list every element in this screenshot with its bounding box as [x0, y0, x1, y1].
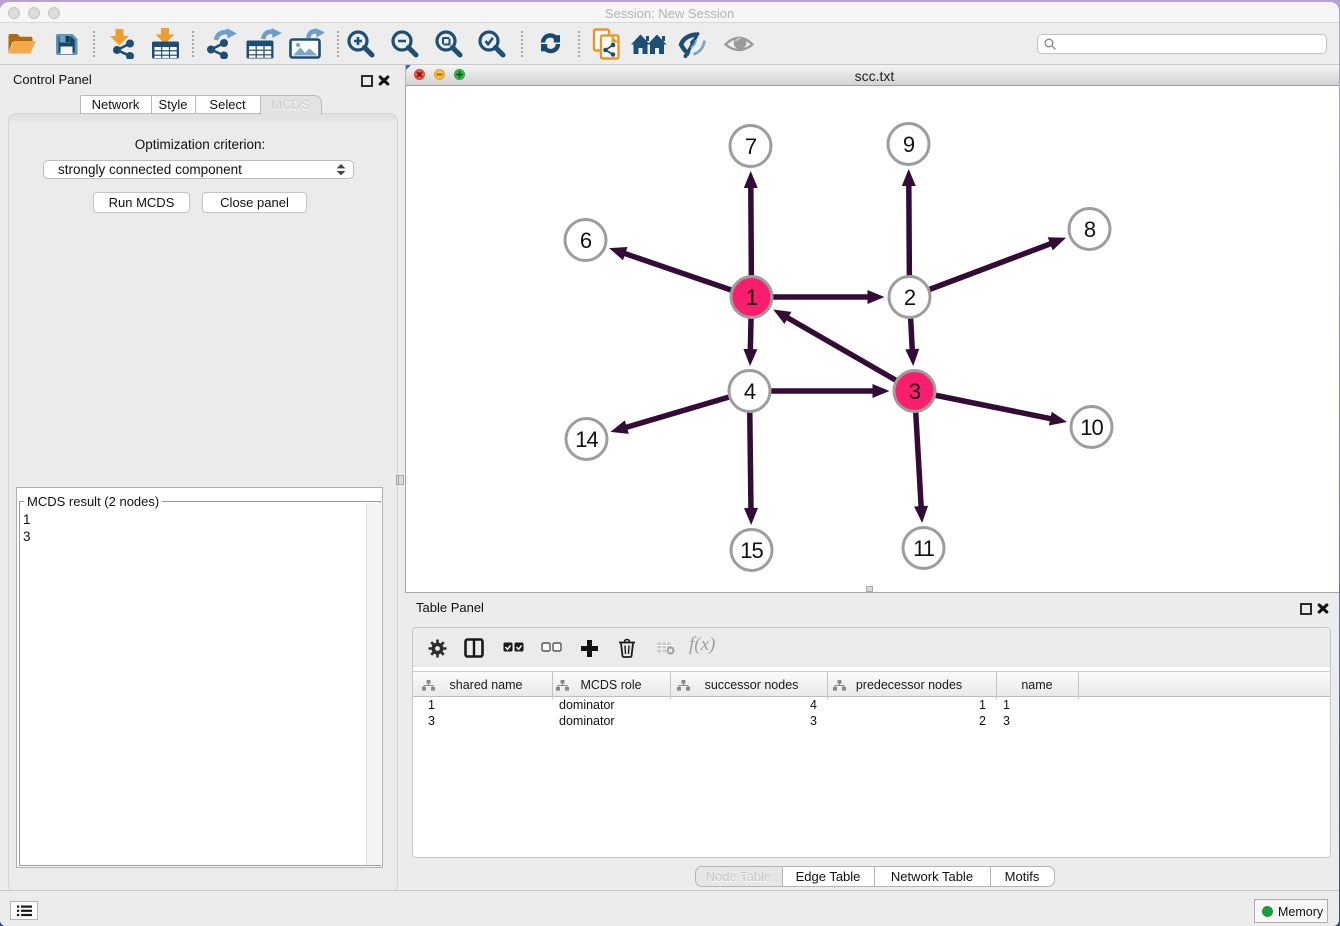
- svg-text:4: 4: [744, 379, 756, 404]
- svg-text:8: 8: [1084, 217, 1096, 242]
- svg-text:14: 14: [575, 427, 598, 452]
- svg-text:7: 7: [745, 134, 757, 159]
- svg-text:1: 1: [746, 285, 758, 310]
- svg-text:11: 11: [913, 536, 935, 561]
- svg-text:9: 9: [903, 132, 915, 157]
- svg-text:6: 6: [580, 228, 592, 253]
- svg-text:3: 3: [909, 379, 921, 404]
- svg-text:10: 10: [1080, 415, 1103, 440]
- svg-text:2: 2: [904, 285, 916, 310]
- svg-text:15: 15: [740, 538, 763, 563]
